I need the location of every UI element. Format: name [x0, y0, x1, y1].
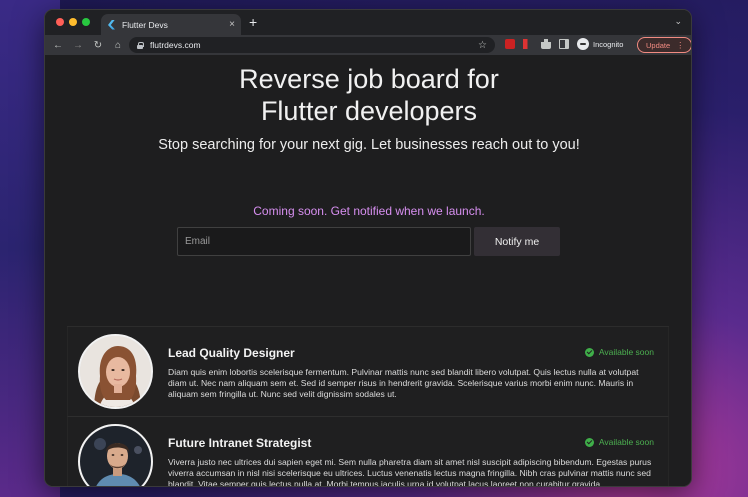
reload-icon[interactable]: ↻	[88, 40, 108, 51]
window-controls	[56, 18, 90, 26]
extension-red-bar-icon[interactable]	[523, 39, 528, 49]
hero-title: Reverse job board for Flutter developers	[45, 63, 691, 127]
tab-search-chevron-icon[interactable]: ⌄	[674, 16, 682, 27]
job-title: Lead Quality Designer	[168, 346, 295, 360]
tab-close-icon[interactable]: ×	[229, 19, 235, 30]
check-circle-icon	[584, 437, 594, 447]
minimize-window-button[interactable]	[69, 18, 77, 26]
status-text: Available soon	[598, 437, 654, 447]
status-text: Available soon	[598, 347, 654, 357]
forward-arrow-icon[interactable]: →	[68, 40, 88, 51]
url-text[interactable]: flutrdevs.com	[150, 40, 478, 50]
job-title: Future Intranet Strategist	[168, 436, 312, 450]
developer-description: Diam quis enim lobortis scelerisque ferm…	[168, 367, 639, 399]
coming-soon-text: Coming soon. Get notified when we launch…	[253, 204, 485, 218]
avatar	[78, 424, 153, 486]
developer-list: Lead Quality Designer Available soon Dia…	[67, 326, 669, 487]
bookmark-star-icon[interactable]: ☆	[478, 40, 487, 51]
avatar	[78, 334, 153, 409]
close-window-button[interactable]	[56, 18, 64, 26]
browser-toolbar: ← → ↻ ⌂ flutrdevs.com ☆ Incognito Update…	[45, 35, 691, 55]
update-label: Update	[646, 40, 671, 50]
browser-window: Flutter Devs × + ⌄ ← → ↻ ⌂ flutrdevs.com…	[44, 9, 692, 487]
developer-card[interactable]: Future Intranet Strategist Available soo…	[67, 417, 669, 487]
tab-bar: Flutter Devs × + ⌄	[45, 10, 691, 35]
hero-subtitle: Stop searching for your next gig. Let bu…	[158, 137, 580, 153]
flutter-favicon-icon	[107, 20, 116, 30]
status-badge: Available soon	[584, 347, 654, 357]
back-arrow-icon[interactable]: ←	[48, 40, 68, 51]
email-field[interactable]	[177, 227, 471, 256]
developer-description: Viverra justo nec ultrices dui sapien eg…	[168, 457, 652, 487]
update-button[interactable]: Update ⋮	[637, 37, 691, 53]
check-circle-icon	[584, 347, 594, 357]
new-tab-button[interactable]: +	[249, 14, 257, 30]
hero-title-line1: Reverse job board for	[239, 64, 499, 94]
side-panel-icon[interactable]	[559, 39, 569, 49]
menu-dots-icon[interactable]: ⋮	[676, 41, 684, 50]
tab-title: Flutter Devs	[122, 19, 168, 30]
extensions-area: Incognito	[505, 38, 623, 50]
home-icon[interactable]: ⌂	[108, 40, 128, 51]
incognito-label[interactable]: Incognito	[593, 40, 623, 49]
status-badge: Available soon	[584, 437, 654, 447]
address-bar[interactable]: flutrdevs.com ☆	[129, 37, 495, 53]
extensions-puzzle-icon[interactable]	[541, 39, 551, 49]
incognito-icon[interactable]	[577, 38, 589, 50]
extension-red-icon[interactable]	[505, 39, 515, 49]
tab-flutter-devs[interactable]: Flutter Devs ×	[101, 14, 241, 35]
hero-title-line2: Flutter developers	[260, 96, 478, 126]
developer-card[interactable]: Lead Quality Designer Available soon Dia…	[67, 327, 669, 417]
maximize-window-button[interactable]	[82, 18, 90, 26]
lock-icon[interactable]	[137, 41, 144, 49]
notify-me-button[interactable]: Notify me	[474, 227, 560, 256]
page-content: Reverse job board for Flutter developers…	[45, 55, 691, 487]
